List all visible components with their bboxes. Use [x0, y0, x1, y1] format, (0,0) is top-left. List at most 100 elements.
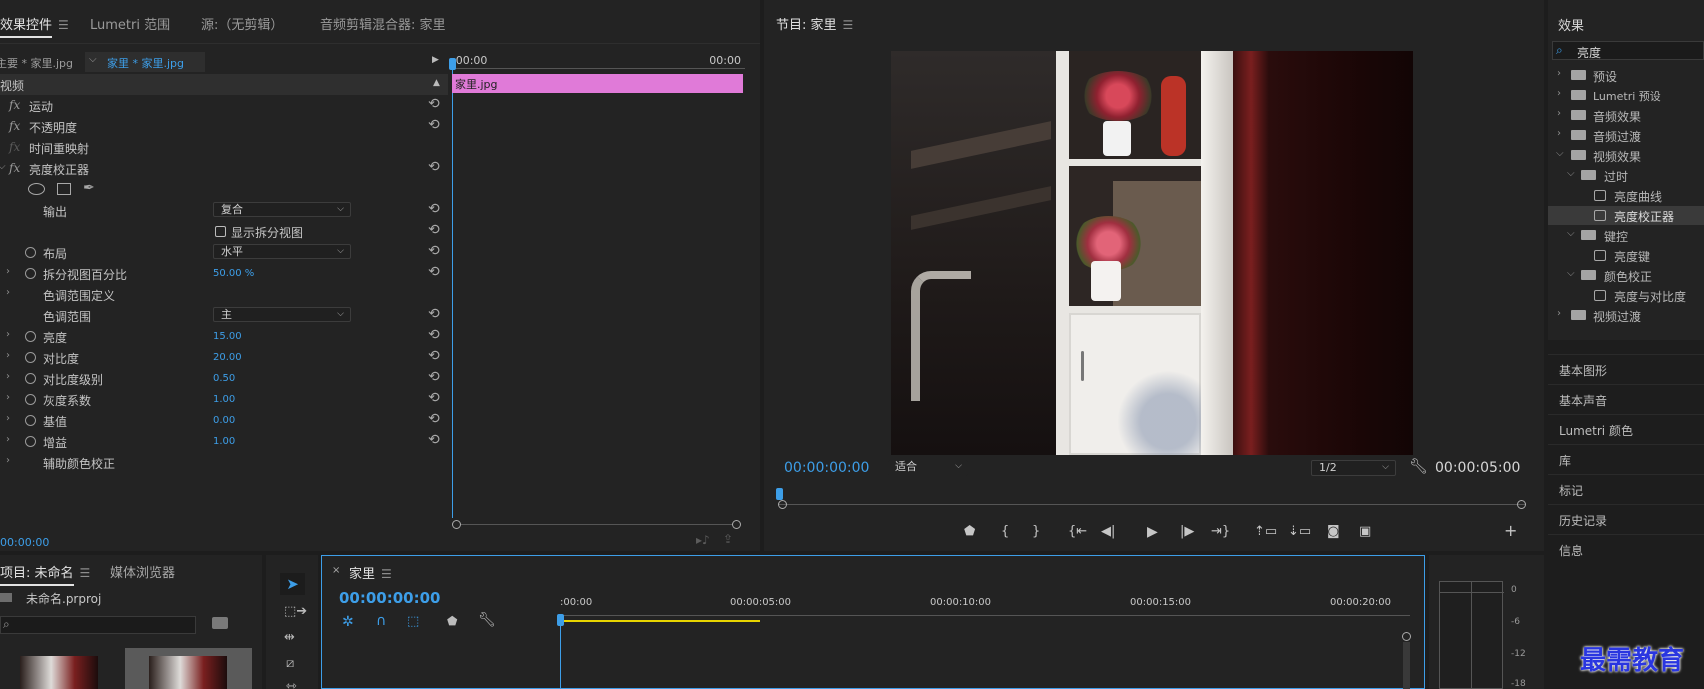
tree-item-luma-curve[interactable]: 亮度曲线: [1548, 186, 1704, 205]
expand-icon[interactable]: ›: [6, 371, 10, 382]
timeline-tab[interactable]: 家里 ☰: [349, 563, 392, 582]
tree-item-lumetri-presets[interactable]: › Lumetri 预设: [1548, 86, 1704, 105]
tree-item-video-effects[interactable]: ⌵ 视频效果: [1548, 146, 1704, 165]
tree-item-keying[interactable]: ⌵ 键控: [1548, 226, 1704, 245]
tree-item-presets[interactable]: › 预设: [1548, 66, 1704, 85]
effect-row-luma-corrector[interactable]: ⌵ fx 亮度校正器 ⟲: [0, 158, 448, 179]
reset-icon[interactable]: ⟲: [428, 390, 440, 406]
expand-icon[interactable]: ›: [6, 455, 10, 466]
fx-icon[interactable]: fx: [9, 119, 20, 133]
slip-tool-icon[interactable]: ⇿: [286, 679, 297, 689]
scroll-handle-left[interactable]: [452, 520, 461, 529]
expand-icon[interactable]: ›: [6, 434, 10, 445]
reset-icon[interactable]: ⟲: [428, 264, 440, 280]
collapse-up-icon[interactable]: ▲: [433, 78, 440, 88]
master-clip-label[interactable]: 主要 * 家里.jpg: [0, 55, 73, 71]
effect-row-opacity[interactable]: fx 不透明度 ⟲: [0, 116, 448, 137]
stopwatch-icon[interactable]: [25, 394, 36, 405]
snap-icon[interactable]: ✲: [342, 614, 354, 630]
tab-effect-controls[interactable]: 效果控件 ☰: [0, 14, 69, 38]
panel-essential-sound[interactable]: 基本声音: [1548, 384, 1704, 412]
split-view-checkbox[interactable]: [215, 226, 226, 237]
reset-icon[interactable]: ⟲: [428, 117, 440, 133]
stopwatch-icon[interactable]: [25, 373, 36, 384]
tab-media-browser[interactable]: 媒体浏览器: [110, 562, 175, 581]
reset-icon[interactable]: ⟲: [428, 432, 440, 448]
reset-icon[interactable]: ⟲: [428, 96, 440, 112]
close-icon[interactable]: ×: [332, 565, 340, 576]
tree-item-audio-transitions[interactable]: › 音频过渡: [1548, 126, 1704, 145]
layout-dropdown[interactable]: 水平 ⌵: [213, 244, 351, 259]
step-back-icon[interactable]: ◀|: [1101, 524, 1115, 539]
menu-icon[interactable]: ☰: [80, 566, 91, 580]
program-tab[interactable]: 节目: 家里 ☰: [776, 14, 853, 33]
stopwatch-icon[interactable]: [25, 436, 36, 447]
lift-icon[interactable]: ⇡▭: [1254, 524, 1277, 539]
playhead-marker[interactable]: [449, 58, 456, 70]
scroll-handle-right[interactable]: [732, 520, 741, 529]
stopwatch-icon[interactable]: [25, 268, 36, 279]
panel-markers[interactable]: 标记: [1548, 474, 1704, 502]
ec-scrollbar[interactable]: [452, 520, 741, 529]
prop-value[interactable]: 1.00: [213, 394, 235, 405]
reset-icon[interactable]: ⟲: [428, 243, 440, 259]
effect-row-time-remap[interactable]: fx 时间重映射: [0, 137, 448, 158]
in-handle[interactable]: [778, 500, 787, 509]
fit-dropdown[interactable]: 适合 ⌵: [888, 460, 968, 476]
comparison-view-icon[interactable]: ▣: [1359, 524, 1371, 539]
panel-lumetri-color[interactable]: Lumetri 颜色: [1548, 414, 1704, 442]
tab-audio-clip-mixer[interactable]: 音频剪辑混合器: 家里: [320, 14, 446, 33]
program-playhead[interactable]: [776, 488, 783, 500]
reset-icon[interactable]: ⟲: [428, 222, 440, 238]
menu-icon[interactable]: ☰: [381, 567, 392, 581]
ripple-edit-tool-icon[interactable]: ⇹: [284, 630, 295, 645]
stopwatch-icon[interactable]: [25, 415, 36, 426]
tree-item-obsolete[interactable]: ⌵ 过时: [1548, 166, 1704, 185]
mark-in-icon[interactable]: {: [1001, 524, 1009, 539]
project-thumb-1[interactable]: [20, 656, 98, 689]
tonal-range-dropdown[interactable]: 主 ⌵: [213, 307, 351, 322]
project-search-field[interactable]: ⌕: [0, 616, 196, 634]
tab-source[interactable]: 源:（无剪辑）: [201, 14, 283, 33]
project-thumb-2[interactable]: [125, 648, 252, 689]
timeline-ruler[interactable]: :00:00 00:00:05:00 00:00:10:00 00:00:15:…: [560, 597, 1410, 629]
prop-value[interactable]: 0.50: [213, 373, 235, 384]
play-icon[interactable]: ▶: [1147, 524, 1158, 540]
stopwatch-icon[interactable]: [25, 352, 36, 363]
stopwatch-icon[interactable]: [25, 247, 36, 258]
fx-icon[interactable]: fx: [9, 161, 20, 175]
timeline-scrollbar[interactable]: [1403, 642, 1410, 689]
expand-open-icon[interactable]: ⌵: [0, 161, 6, 172]
program-ruler[interactable]: [776, 488, 1526, 510]
tab-lumetri-scopes[interactable]: Lumetri 范围: [90, 14, 170, 33]
expand-icon[interactable]: ›: [6, 266, 10, 277]
new-bin-icon[interactable]: [212, 617, 228, 629]
expand-icon[interactable]: ›: [6, 392, 10, 403]
timeline-timecode[interactable]: 00:00:00:00: [339, 589, 441, 607]
mark-out-icon[interactable]: }: [1032, 524, 1040, 539]
effect-row-motion[interactable]: fx 运动 ⟲: [0, 95, 448, 116]
track-select-tool-icon[interactable]: ⬚➔: [284, 604, 307, 619]
ec-timecode[interactable]: 00:00:00: [0, 536, 49, 549]
reset-icon[interactable]: ⟲: [428, 369, 440, 385]
clip-bar[interactable]: 家里.jpg: [452, 74, 743, 93]
expand-icon[interactable]: ›: [6, 413, 10, 424]
tree-item-video-transitions[interactable]: › 视频过渡: [1548, 306, 1704, 325]
program-timecode[interactable]: 00:00:00:00: [784, 460, 869, 476]
panel-history[interactable]: 历史记录: [1548, 504, 1704, 532]
panel-essential-graphics[interactable]: 基本图形: [1548, 354, 1704, 382]
reset-icon[interactable]: ⟲: [428, 348, 440, 364]
section-video[interactable]: 视频 ▲: [0, 74, 448, 95]
reset-icon[interactable]: ⟲: [428, 327, 440, 343]
video-frame[interactable]: [891, 51, 1413, 455]
output-dropdown[interactable]: 复合 ⌵: [213, 202, 351, 217]
effects-search-field[interactable]: ⌕ 亮度: [1552, 41, 1704, 60]
add-marker-timeline-icon[interactable]: ⬚: [407, 614, 419, 629]
ec-timeline-ruler[interactable]: :00:00 00:00: [452, 52, 745, 72]
selection-tool-icon[interactable]: ➤: [280, 573, 305, 595]
menu-icon[interactable]: ☰: [843, 18, 854, 32]
tab-project[interactable]: 项目: 未命名 ☰: [0, 562, 91, 586]
tree-item-audio-effects[interactable]: › 音频效果: [1548, 106, 1704, 125]
tree-item-brightness-contrast[interactable]: 亮度与对比度: [1548, 286, 1704, 305]
out-handle[interactable]: [1517, 500, 1526, 509]
